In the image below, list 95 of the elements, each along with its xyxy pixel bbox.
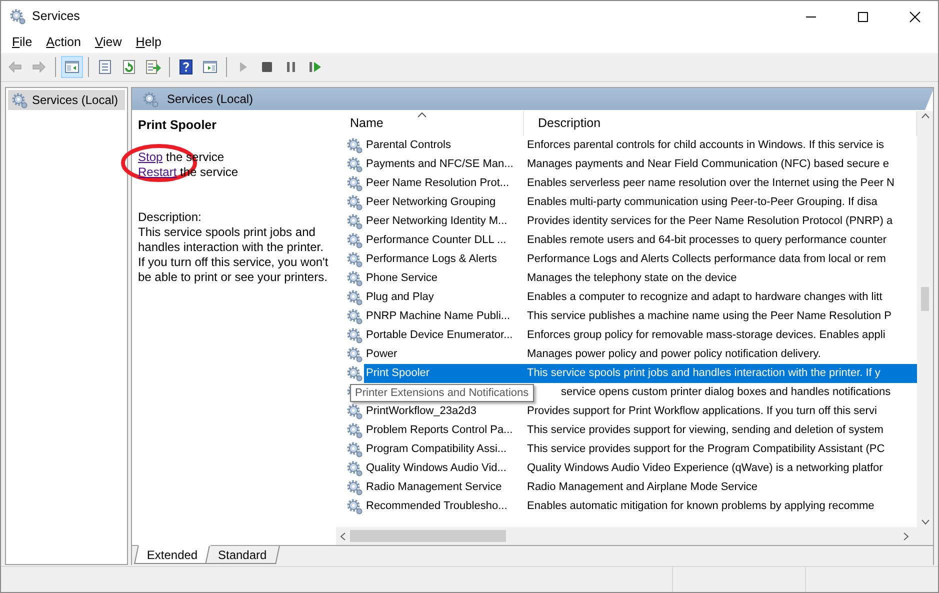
- name-cell[interactable]: PrintWorkflow_23a2d3: [364, 402, 524, 421]
- description-cell[interactable]: Provides identity services for the Peer Name Resolution Protocol (PNRP) a: [524, 212, 917, 231]
- service-gear-icon: [346, 289, 362, 306]
- name-cell[interactable]: Print Spooler: [364, 364, 524, 383]
- panel-title: Services (Local): [167, 91, 254, 108]
- name-cell[interactable]: Radio Management Service: [364, 478, 524, 497]
- service-gear-icon: [346, 175, 362, 192]
- stop-icon: [259, 59, 275, 75]
- horizontal-scrollbar[interactable]: [336, 527, 933, 545]
- service-gear-icon: [346, 194, 362, 211]
- name-cell[interactable]: Phone Service: [364, 269, 524, 288]
- gear-icon: [9, 8, 26, 25]
- description-text: This service spools print jobs and handles interaction with the printer. If you turn off this service, you won't be able to print or see your printers.: [138, 225, 330, 285]
- scroll-up-icon[interactable]: [920, 113, 930, 119]
- scroll-thumb[interactable]: [921, 287, 929, 311]
- service-gear-icon: [346, 137, 362, 154]
- description-cell[interactable]: Radio Management and Airplane Mode Service: [524, 478, 917, 497]
- service-gear-icon: [346, 346, 362, 363]
- forward-arrow-icon: [31, 59, 47, 75]
- description-cell[interactable]: Enables a computer to recognize and adapt to hardware changes with litt: [524, 288, 917, 307]
- gear-icon: [11, 92, 28, 108]
- properties-icon: [97, 59, 113, 75]
- description-cell[interactable]: This service publishes a machine name using the Peer Name Resolution P: [524, 307, 917, 326]
- service-title: Print Spooler: [138, 118, 218, 133]
- name-cell[interactable]: Peer Name Resolution Prot...: [364, 174, 524, 193]
- view-tab[interactable]: Standard: [204, 546, 280, 564]
- service-gear-icon: [346, 308, 362, 325]
- name-cell[interactable]: Peer Networking Grouping: [364, 193, 524, 212]
- name-cell[interactable]: Payments and NFC/SE Man...: [364, 155, 524, 174]
- name-cell[interactable]: Performance Counter DLL ...: [364, 231, 524, 250]
- name-cell[interactable]: Portable Device Enumerator...: [364, 326, 524, 345]
- service-gear-icon: [346, 365, 362, 382]
- view-tab[interactable]: Extended: [134, 545, 211, 564]
- service-gear-icon: [346, 479, 362, 496]
- window-title: Services: [32, 8, 80, 26]
- name-cell[interactable]: Plug and Play: [364, 288, 524, 307]
- vertical-scrollbar[interactable]: [917, 111, 933, 527]
- description-cell[interactable]: Manages the telephony state on the device: [524, 269, 917, 288]
- description-cell[interactable]: Enables multi-party communication using Peer-to-Peer Grouping. If disa: [524, 193, 917, 212]
- scroll-down-icon[interactable]: [920, 519, 930, 525]
- description-cell[interactable]: Enforces group policy for removable mass-storage devices. Enables appli: [524, 326, 917, 345]
- service-gear-icon: [346, 213, 362, 230]
- name-cell[interactable]: Peer Networking Identity M...: [364, 212, 524, 231]
- description-cell[interactable]: Enables remote users and 64-bit processes to query performance counter: [524, 231, 917, 250]
- console-view-icon: [202, 59, 218, 75]
- maximize-icon: [857, 10, 869, 22]
- description-cell[interactable]: Manages power policy and power policy notification delivery.: [524, 345, 917, 364]
- name-cell[interactable]: Performance Logs & Alerts: [364, 250, 524, 269]
- resume-icon: [307, 59, 323, 75]
- tooltip: Printer Extensions and Notifications: [350, 384, 534, 402]
- action-link[interactable]: Restart: [138, 165, 177, 179]
- console-tree-button[interactable]: [61, 56, 83, 78]
- service-gear-icon: [346, 403, 362, 420]
- service-gear-icon: [346, 156, 362, 173]
- name-cell[interactable]: Quality Windows Audio Vid...: [364, 459, 524, 478]
- menu-item[interactable]: File: [5, 33, 40, 52]
- menu-item[interactable]: Action: [39, 33, 88, 52]
- description-cell[interactable]: Enables automatic mitigation for known problems by applying recomme: [524, 497, 917, 516]
- close-icon: [909, 10, 921, 22]
- service-gear-icon: [346, 232, 362, 249]
- help-icon: [178, 59, 194, 75]
- service-gear-icon: [346, 498, 362, 515]
- description-cell[interactable]: Manages payments and Near Field Communication (NFC) based secure e: [524, 155, 917, 174]
- console-tree-icon: [64, 59, 80, 75]
- scroll-left-icon[interactable]: [340, 532, 346, 540]
- tree-item[interactable]: Services (Local): [8, 90, 125, 110]
- service-gear-icon: [346, 327, 362, 344]
- description-cell[interactable]: Enforces parental controls for child accounts in Windows. If this service is: [524, 136, 917, 155]
- name-cell[interactable]: PNRP Machine Name Publi...: [364, 307, 524, 326]
- description-cell[interactable]: Performance Logs and Alerts Collects performance data from local or rem: [524, 250, 917, 269]
- service-gear-icon: [346, 422, 362, 439]
- description-cell[interactable]: Provides support for Print Workflow applications. If you turn off this servi: [524, 402, 917, 421]
- action-link[interactable]: Stop: [138, 150, 163, 164]
- service-gear-icon: [346, 251, 362, 268]
- export-list-icon: [145, 59, 161, 75]
- menu-item[interactable]: Help: [128, 33, 169, 52]
- description-cell[interactable]: Quality Windows Audio Video Experience (qWave) is a networking platfor: [524, 459, 917, 478]
- description-cell[interactable]: This service provides support for viewing, sending and deletion of system: [524, 421, 917, 440]
- description-cell[interactable]: This service spools print jobs and handles interaction with the printer. If y: [524, 364, 917, 383]
- name-cell[interactable]: Problem Reports Control Pa...: [364, 421, 524, 440]
- name-cell[interactable]: Program Compatibility Assi...: [364, 440, 524, 459]
- description-label: Description:: [138, 210, 202, 225]
- name-cell[interactable]: Parental Controls: [364, 136, 524, 155]
- refresh-icon: [121, 59, 137, 75]
- name-cell[interactable]: Power: [364, 345, 524, 364]
- back-arrow-icon: [7, 59, 23, 75]
- description-cell[interactable]: Enables serverless peer name resolution over the Internet using the Peer N: [524, 174, 917, 193]
- description-cell[interactable]: This service provides support for the Program Compatibility Assistant (PC: [524, 440, 917, 459]
- service-gear-icon: [346, 460, 362, 477]
- service-gear-icon: [346, 441, 362, 458]
- scroll-right-icon[interactable]: [903, 532, 909, 540]
- name-cell[interactable]: Recommended Troublesho...: [364, 497, 524, 516]
- service-gear-icon: [346, 270, 362, 287]
- menu-item[interactable]: View: [88, 33, 129, 52]
- gear-icon: [142, 90, 159, 108]
